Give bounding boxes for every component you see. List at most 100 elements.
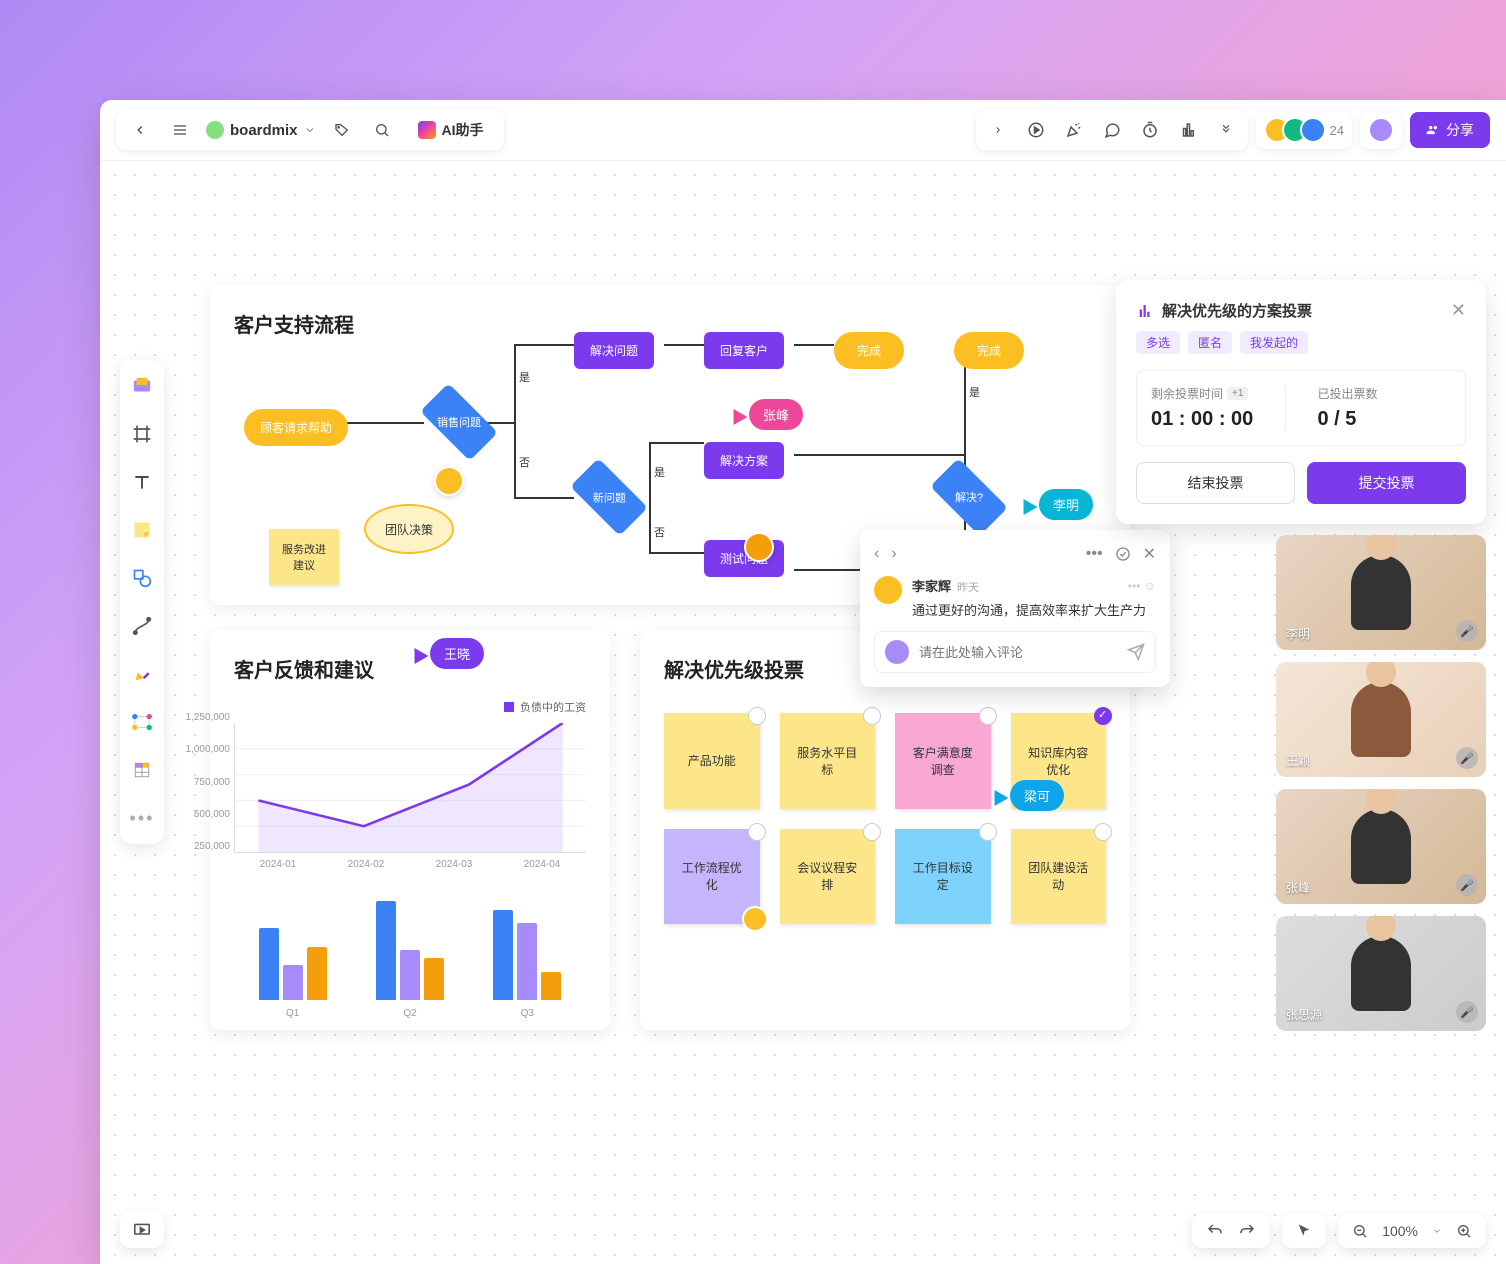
search-button[interactable] <box>368 116 396 144</box>
flow-node-decision[interactable]: 解决? <box>930 458 1008 536</box>
video-tile[interactable]: 王颖🎤 <box>1276 662 1486 777</box>
vote-sticky[interactable]: 客户满意度调查 <box>895 713 991 809</box>
poll-button[interactable] <box>1174 116 1202 144</box>
mic-icon[interactable]: 🎤 <box>1456 874 1478 896</box>
time-label: 剩余投票时间 <box>1151 385 1223 402</box>
sticky-checkbox[interactable] <box>863 707 881 725</box>
chevron-down-icon <box>1432 1226 1442 1236</box>
sticky-checkbox[interactable] <box>979 707 997 725</box>
sticky-avatar <box>742 906 768 932</box>
flow-node-process[interactable]: 回复客户 <box>704 332 784 369</box>
line-chart: 250,000 500,000 750,000 1,000,000 1,250,… <box>234 723 586 853</box>
shape-tool[interactable] <box>128 564 156 592</box>
sticky-checkbox[interactable] <box>1094 823 1112 841</box>
flow-node-end[interactable]: 完成 <box>834 332 904 369</box>
sticky-checkbox[interactable] <box>748 823 766 841</box>
flow-node-start[interactable]: 顾客请求帮助 <box>244 409 348 446</box>
celebrate-button[interactable] <box>1060 116 1088 144</box>
comment-resolve[interactable] <box>1115 546 1131 562</box>
edge-label: 是 <box>654 464 665 480</box>
comment-send[interactable] <box>1127 643 1145 661</box>
flow-node-decision[interactable]: 销售问题 <box>420 383 498 461</box>
comment-popover: ‹ › ••• ✕ 李家辉昨天 ••• ☺ 通过更好的沟通，提高效率来扩大生产力 <box>860 530 1170 687</box>
vote-sticky[interactable]: 工作目标设定 <box>895 829 991 925</box>
mic-icon[interactable]: 🎤 <box>1456 1001 1478 1023</box>
comment-next[interactable]: › <box>891 545 896 563</box>
cursor-name: 王晓 <box>430 638 484 669</box>
sticky-checkbox[interactable] <box>1094 707 1112 725</box>
sticky-checkbox[interactable] <box>863 823 881 841</box>
app-window: boardmix AI助手 <box>100 100 1506 1264</box>
frame-tool[interactable] <box>128 420 156 448</box>
comment-more[interactable]: ••• <box>1086 545 1103 563</box>
back-button[interactable] <box>126 116 154 144</box>
ai-label: AI助手 <box>442 120 484 140</box>
flow-node-end[interactable]: 完成 <box>954 332 1024 369</box>
comment-input[interactable] <box>919 645 1117 660</box>
count-label: 已投出票数 <box>1318 385 1452 402</box>
zoom-out-button[interactable] <box>1352 1223 1368 1239</box>
share-button[interactable]: 分享 <box>1410 112 1490 148</box>
current-user-avatar[interactable] <box>1368 117 1394 143</box>
menu-button[interactable] <box>166 116 194 144</box>
user-cursor: 李明 <box>1019 489 1093 520</box>
present-button[interactable] <box>120 1212 164 1248</box>
chat-button[interactable] <box>1098 116 1126 144</box>
vote-sticky[interactable]: 产品功能 <box>664 713 760 809</box>
flow-node-decision[interactable]: 新问题 <box>570 458 648 536</box>
undo-button[interactable] <box>1206 1222 1224 1240</box>
user-avatars[interactable]: 24 <box>1264 117 1344 143</box>
user-cursor: 梁可 <box>990 780 1064 811</box>
zoom-in-button[interactable] <box>1456 1223 1472 1239</box>
pointer-tool[interactable] <box>1296 1223 1312 1239</box>
sticky-checkbox[interactable] <box>979 823 997 841</box>
video-tile[interactable]: 李明🎤 <box>1276 535 1486 650</box>
flow-node-process[interactable]: 解决问题 <box>574 332 654 369</box>
zoom-level[interactable]: 100% <box>1382 1223 1418 1239</box>
vote-panel-title: 解决优先级的方案投票 <box>1162 300 1443 321</box>
cursor-name: 张峰 <box>749 399 803 430</box>
user-count: 24 <box>1330 123 1344 138</box>
brand[interactable]: boardmix <box>206 121 316 139</box>
sticky-tool[interactable] <box>128 516 156 544</box>
sticky-note[interactable]: 服务改进建议 <box>269 529 339 585</box>
connector-tool[interactable] <box>128 612 156 640</box>
expand-button[interactable] <box>984 116 1012 144</box>
text-tool[interactable] <box>128 468 156 496</box>
vote-sticky[interactable]: 工作流程优化 <box>664 829 760 925</box>
mic-icon[interactable]: 🎤 <box>1456 747 1478 769</box>
more-tools[interactable]: ••• <box>128 804 156 832</box>
video-tile[interactable]: 张峰🎤 <box>1276 789 1486 904</box>
sticky-checkbox[interactable] <box>748 707 766 725</box>
comment-prev[interactable]: ‹ <box>874 545 879 563</box>
mindmap-tool[interactable] <box>128 708 156 736</box>
play-button[interactable] <box>1022 116 1050 144</box>
redo-button[interactable] <box>1238 1222 1256 1240</box>
vote-sticky[interactable]: 团队建设活动 <box>1011 829 1107 925</box>
table-tool[interactable] <box>128 756 156 784</box>
comment-item-more[interactable]: ••• ☺ <box>1128 579 1156 593</box>
sticker-tool[interactable] <box>128 372 156 400</box>
comment-close[interactable]: ✕ <box>1143 544 1156 564</box>
timer-button[interactable] <box>1136 116 1164 144</box>
user-cursor: 王晓 <box>410 638 484 669</box>
submit-vote-button[interactable]: 提交投票 <box>1307 462 1466 504</box>
ai-assistant-button[interactable]: AI助手 <box>408 116 494 144</box>
more-button[interactable] <box>1212 116 1240 144</box>
user-cursor: 张峰 <box>729 399 803 430</box>
vote-sticky[interactable]: 会议议程安排 <box>780 829 876 925</box>
mic-icon[interactable]: 🎤 <box>1456 620 1478 642</box>
vote-stickies-card: 解决优先级投票 产品功能服务水平目标客户满意度调查知识库内容优化工作流程优化会议… <box>640 630 1130 1030</box>
tag-button[interactable] <box>328 116 356 144</box>
flow-node-process[interactable]: 解决方案 <box>704 442 784 479</box>
vote-panel-close[interactable]: ✕ <box>1451 300 1466 321</box>
sticky-circle[interactable]: 团队决策 <box>364 504 454 554</box>
vote-sticky[interactable]: 服务水平目标 <box>780 713 876 809</box>
canvas[interactable]: ••• 客户支持流程 <box>100 160 1506 1264</box>
chevron-down-icon <box>304 124 316 136</box>
pen-tool[interactable] <box>128 660 156 688</box>
chart-card: 客户反馈和建议 负债中的工资 250,000 500,000 750,000 1… <box>210 630 610 1030</box>
end-vote-button[interactable]: 结束投票 <box>1136 462 1295 504</box>
comment-message: 通过更好的沟通，提高效率来扩大生产力 <box>912 600 1156 619</box>
video-tile[interactable]: 张思源🎤 <box>1276 916 1486 1031</box>
